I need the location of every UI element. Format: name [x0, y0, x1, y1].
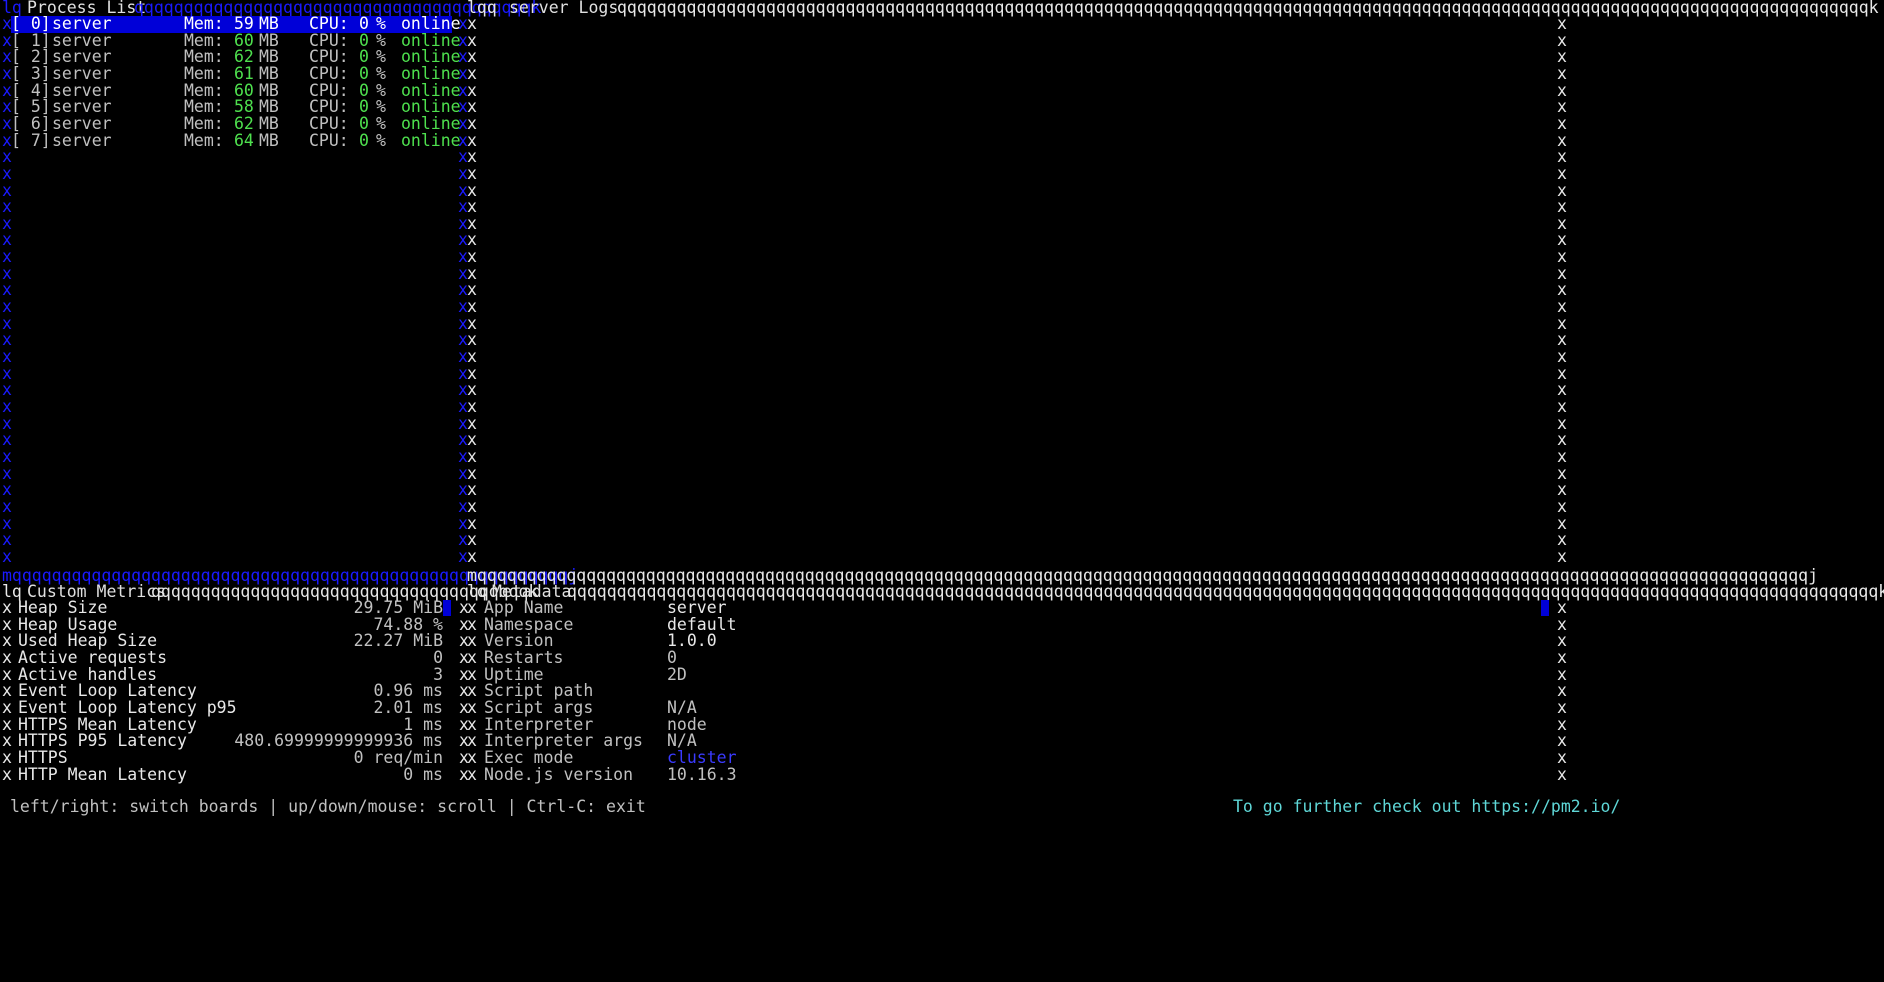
metadata-label: Node.js version [484, 764, 634, 784]
metadata-right-border: x [1557, 764, 1567, 784]
metric-label: HTTP Mean Latency [18, 764, 187, 784]
metadata-top-border-fill: qqqqqqqqqqqqqqqqqqqqqqqqqqqqqqqqqqqqqqqq… [567, 582, 1884, 601]
logs-top-border-fill: qqqqqqqqqqqqqqqqqqqqqqqqqqqqqqqqqqqqqqqq… [617, 0, 1879, 17]
keyboard-help-text: left/right: switch boards | up/down/mous… [10, 797, 646, 816]
pm2-link[interactable]: To go further check out https://pm2.io/ [1233, 797, 1620, 817]
metric-value: 22.27 MiB [353, 631, 443, 651]
metadata-left-border: x [467, 764, 477, 784]
metadata-value: 2D [667, 664, 687, 684]
process-cpu-unit: % [376, 130, 386, 150]
logs-right-border: x [1557, 546, 1567, 566]
logs-left-border: x [467, 546, 477, 566]
process-cpu-label: CPU: [309, 130, 349, 150]
logs-title: server Logs [509, 0, 619, 17]
process-status: online [401, 130, 461, 150]
process-mem-value: 64 [234, 130, 254, 150]
process-mem-unit: MB [259, 130, 279, 150]
process-cpu-value: 0 [359, 130, 369, 150]
metadata-value: 10.16.3 [667, 764, 737, 784]
process-id: [ 7] [11, 130, 51, 150]
metrics-scroll-thumb[interactable] [443, 600, 451, 616]
metadata-scroll-thumb[interactable] [1541, 600, 1549, 616]
metric-value: 0 ms [403, 764, 443, 784]
process-list-left-border: x [2, 546, 12, 566]
process-mem-label: Mem: [184, 130, 224, 150]
process-name: server [52, 130, 112, 150]
metric-left-border: x [2, 764, 12, 784]
